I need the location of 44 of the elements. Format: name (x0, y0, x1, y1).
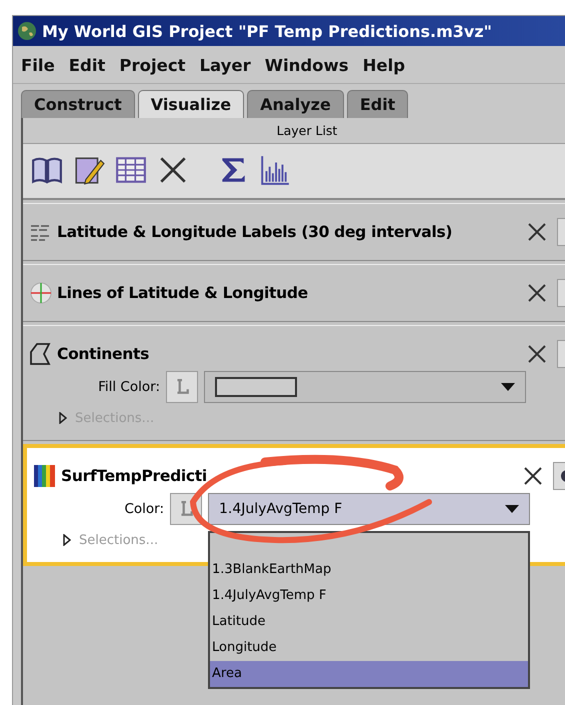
expand-triangle-icon[interactable] (63, 534, 71, 546)
dropdown[interactable] (204, 371, 526, 403)
window-title: My World GIS Project "PF Temp Predictions.m3vz" (42, 22, 492, 40)
polygon-icon (29, 342, 53, 366)
expand-triangle-icon[interactable] (59, 412, 67, 424)
legend-button[interactable] (166, 371, 198, 403)
panel-header: Layer List (23, 118, 565, 144)
dropdown-option[interactable]: 1.4JulyAvgTemp F (210, 583, 528, 609)
caret-icon (501, 383, 515, 391)
color-label: Color: (123, 501, 164, 517)
letter-l-icon (179, 501, 193, 517)
dropdown[interactable]: 1.4JulyAvgTemp F (208, 493, 530, 525)
close-icon[interactable] (527, 283, 547, 303)
dropdown-option[interactable]: 1.3BlankEarthMap (210, 557, 528, 583)
menu-item[interactable]: Edit (68, 56, 106, 75)
dropdown-option[interactable]: Longitude (210, 635, 528, 661)
menu-item[interactable]: Project (119, 56, 186, 75)
tab[interactable]: Analyze (247, 90, 344, 118)
dropdown-option[interactable]: Area (210, 661, 528, 687)
grid-globe-icon (29, 281, 53, 305)
layer-name: Continents (57, 345, 150, 363)
layer-name: Latitude & Longitude Labels (30 deg intervals) (57, 223, 454, 241)
tab[interactable]: Edit (346, 90, 408, 118)
close-icon[interactable] (527, 344, 547, 364)
letter-l-icon (175, 379, 189, 395)
layer-card[interactable]: Latitude & Longitude Labels (30 deg intervals) (23, 203, 565, 261)
color-label: Fill Color: (97, 379, 160, 395)
color-ramp-icon (33, 464, 57, 488)
table-icon[interactable] (115, 154, 147, 186)
menu-item[interactable]: Windows (264, 56, 349, 75)
tab[interactable]: Visualize (138, 90, 244, 118)
menu-item[interactable]: Layer (200, 56, 251, 75)
bar-chart-icon[interactable] (259, 154, 291, 186)
menu-item[interactable]: File (21, 56, 55, 75)
layer-name: SurfTempPredicti (61, 467, 208, 485)
menu-item[interactable]: Help (362, 56, 406, 75)
layer-card[interactable]: Lines of Latitude & Longitude (23, 264, 565, 322)
caret-icon (505, 505, 519, 513)
layer-name: Lines of Latitude & Longitude (57, 284, 309, 302)
tab[interactable]: Construct (21, 90, 135, 118)
dropdown-option[interactable]: Latitude (210, 609, 528, 635)
close-icon[interactable] (523, 466, 543, 486)
globe-icon (17, 21, 37, 41)
close-icon[interactable] (527, 222, 547, 242)
